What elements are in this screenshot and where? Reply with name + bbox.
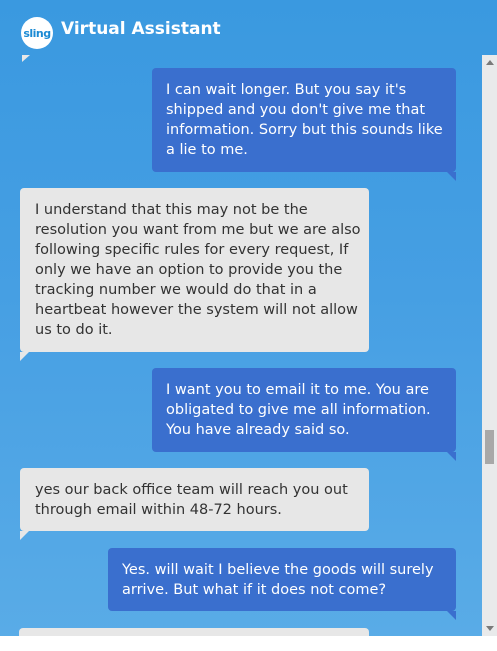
user-message: I want you to email it to me. You are ob… xyxy=(152,368,456,452)
bot-message: I understand that this may not be the re… xyxy=(20,188,369,352)
user-message: Yes. will wait I believe the goods will … xyxy=(108,548,456,611)
message-line: only we have an option to provide you th… xyxy=(35,262,343,278)
message-line: a lie to me. xyxy=(166,142,248,158)
message-line: I understand that this may not be the xyxy=(35,202,308,218)
scroll-down-arrow-icon[interactable] xyxy=(486,626,494,631)
message-line: through email within 48-72 hours. xyxy=(35,502,282,518)
message-line: obligated to give me all information. xyxy=(166,402,431,418)
next-message-edge xyxy=(19,628,369,636)
sling-logo: sling xyxy=(21,17,53,49)
message-line: I want you to email it to me. You are xyxy=(166,382,429,398)
chat-scrollbar[interactable] xyxy=(482,55,497,636)
scroll-thumb[interactable] xyxy=(485,430,494,464)
bot-message: yes our back office team will reach you … xyxy=(20,468,369,531)
message-line: yes our back office team will reach you … xyxy=(35,482,348,498)
message-line: I can wait longer. But you say it's xyxy=(166,82,407,98)
message-line: information. Sorry but this sounds like xyxy=(166,122,443,138)
user-bubble-tail xyxy=(447,452,456,461)
message-line: us to do it. xyxy=(35,322,113,338)
user-bubble-tail xyxy=(447,611,456,620)
bot-bubble-tail xyxy=(20,352,29,361)
message-line: heartbeat however the system will not al… xyxy=(35,302,358,318)
message-line: Yes. will wait I believe the goods will … xyxy=(122,562,434,578)
message-line: following specific rules for every reque… xyxy=(35,242,349,258)
chat-widget: sling Virtual Assistant I can wait longe… xyxy=(0,0,497,651)
scroll-up-arrow-icon[interactable] xyxy=(486,60,494,65)
bot-bubble-tail xyxy=(20,531,29,540)
message-line: tracking number we would do that in a xyxy=(35,282,317,298)
previous-message-tail xyxy=(22,55,30,62)
logo-text: sling xyxy=(23,27,51,40)
chat-title: Virtual Assistant xyxy=(61,19,221,39)
chat-footer xyxy=(0,636,497,651)
message-line: arrive. But what if it does not come? xyxy=(122,582,387,598)
message-line: shipped and you don't give me that xyxy=(166,102,426,118)
message-line: You have already said so. xyxy=(166,422,350,438)
chat-header: sling Virtual Assistant xyxy=(0,0,497,60)
message-line: resolution you want from me but we are a… xyxy=(35,222,361,238)
user-bubble-tail xyxy=(447,172,456,181)
user-message: I can wait longer. But you say it's ship… xyxy=(152,68,456,172)
